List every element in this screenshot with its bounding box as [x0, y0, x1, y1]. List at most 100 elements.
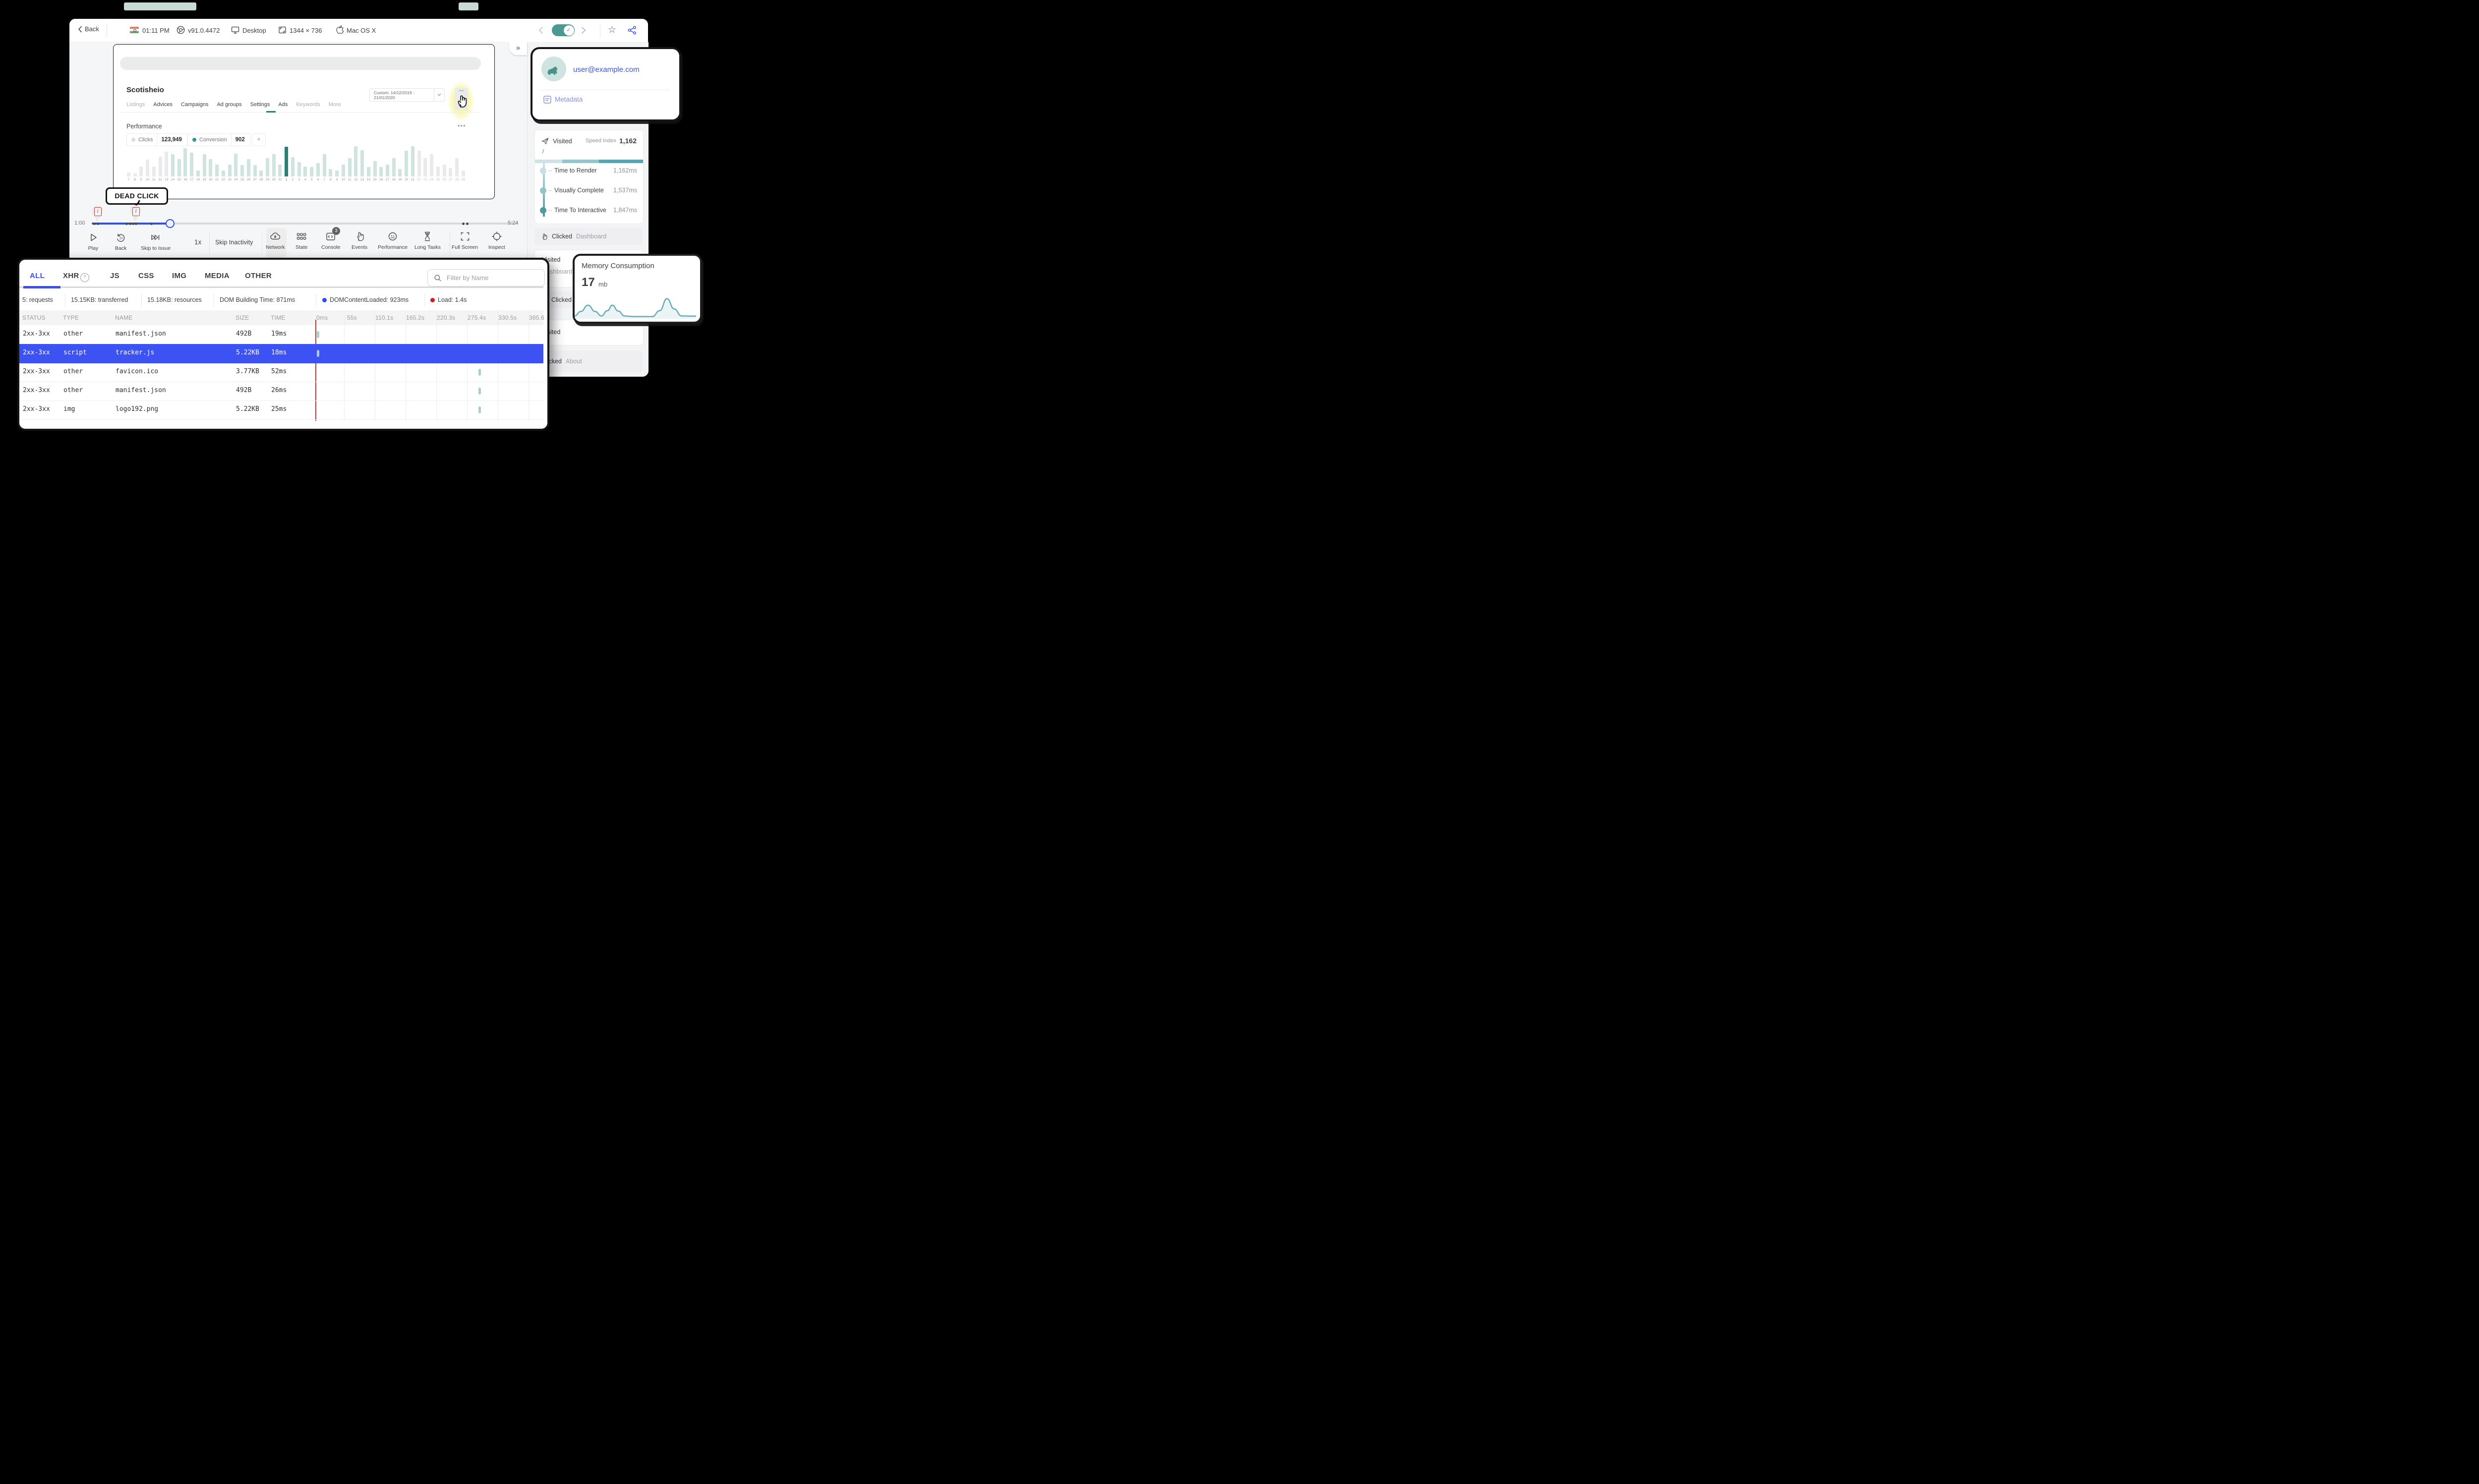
browser-tab-listings[interactable]: Listings [126, 102, 145, 108]
share-icon[interactable] [628, 26, 637, 35]
grid-icon [297, 233, 306, 240]
timeline-event-dot[interactable] [128, 222, 131, 225]
table-row[interactable]: 2xx-3xx other favicon.ico 3.77KB 52ms [19, 363, 543, 382]
col-type[interactable]: TYPE [63, 314, 79, 321]
chart-bar [266, 158, 270, 176]
col-name[interactable]: NAME [115, 314, 132, 321]
table-row[interactable]: 2xx-3xx script tracker.js 5.22KB 18ms [19, 344, 543, 363]
filter-input[interactable] [446, 274, 532, 282]
skip-inactivity-button[interactable]: Skip Inactivity [215, 239, 253, 246]
browser-tab-ad-groups[interactable]: Ad groups [217, 102, 241, 108]
apple-icon [336, 25, 344, 34]
chart-x-label: 14 [366, 178, 370, 181]
cell-name: tracker.js [116, 349, 155, 356]
chart-bar [171, 154, 175, 176]
undo-10-icon: 10 [117, 233, 124, 242]
browser-tab-more[interactable]: More [329, 102, 341, 108]
network-tab-all[interactable]: ALL [30, 272, 45, 280]
autoplay-toggle[interactable]: ✓ [552, 24, 575, 36]
network-tab-css[interactable]: CSS [138, 272, 154, 280]
user-email[interactable]: user@example.com [573, 65, 640, 74]
table-row[interactable]: 2xx-3xx img logo192.png 5.22KB 25ms [19, 400, 543, 420]
cell-status: 2xx-3xx [23, 330, 50, 338]
long-tasks-panel-button[interactable]: Long Tasks [414, 231, 441, 250]
browser-tab-keywords[interactable]: Keywords [296, 102, 320, 108]
metric-chip-conversion[interactable]: Conversion 902 [187, 133, 250, 146]
col-status[interactable]: STATUS [22, 314, 46, 321]
browser-tab-settings[interactable]: Settings [250, 102, 270, 108]
timeline-event-dot[interactable] [131, 222, 134, 225]
timeline-playhead[interactable] [166, 219, 175, 228]
chart-x-label: 24 [234, 178, 238, 181]
chart-x-label: 27 [449, 178, 453, 181]
chart-bar [297, 162, 301, 176]
info-marker-icon: i [132, 207, 140, 216]
table-row[interactable]: 2xx-3xx other manifest.json 492B 19ms [19, 325, 543, 344]
add-metric-button[interactable]: + [252, 133, 266, 146]
hourglass-icon [425, 231, 430, 241]
chart-bar [259, 170, 263, 176]
chart-x-label: 23 [423, 178, 427, 181]
browser-tab-campaigns[interactable]: Campaigns [181, 102, 209, 108]
events-panel-button[interactable]: Events [352, 231, 367, 250]
back-10s-button[interactable]: 10 Back [115, 232, 126, 251]
date-range-select[interactable]: Custom: 14/12/2019 - 21/01/2020 [369, 88, 445, 102]
event-row-clicked-about[interactable]: Clicked About [534, 350, 643, 372]
timeline-event-dot[interactable] [462, 222, 465, 225]
bookmark-star-icon[interactable]: ☆ [608, 24, 616, 36]
metric-dot-icon [540, 187, 546, 194]
chrome-icon [177, 26, 185, 34]
prev-session-chevron-icon[interactable] [538, 26, 543, 34]
play-button[interactable]: Play [88, 232, 99, 251]
back-button[interactable]: Back [78, 25, 99, 33]
chart-bar [423, 158, 427, 176]
timeline-event-dot[interactable] [466, 222, 469, 225]
state-panel-button[interactable]: State [295, 231, 308, 250]
chart-x-label: 13 [165, 178, 169, 181]
timeline-event-dot[interactable] [134, 222, 137, 225]
chart-x-label: 30 [272, 178, 276, 181]
table-row[interactable]: 2xx-3xx other manifest.json 492B 26ms [19, 382, 543, 401]
event-row-clicked-dashboard[interactable]: Clicked Dashboard [534, 228, 643, 245]
issue-marker[interactable]: i [130, 205, 141, 223]
chart-bar [385, 164, 389, 176]
section-menu-icon[interactable]: ••• [458, 122, 466, 129]
collapse-panel-button[interactable]: » [509, 42, 527, 55]
network-tab-js[interactable]: JS [110, 272, 119, 280]
chart-x-label: 26 [246, 178, 250, 181]
timeline-event-dot[interactable] [93, 222, 96, 225]
requests-table-body: 2xx-3xx other manifest.json 492B 19ms 2xx-3xx… [19, 325, 543, 420]
network-tab-media[interactable]: MEDIA [205, 272, 230, 280]
network-tab-xhr[interactable]: XHR [63, 272, 79, 280]
browser-tab-ads-active[interactable]: Ads [278, 102, 288, 108]
col-size[interactable]: SIZE [236, 314, 249, 321]
cell-size: 3.77KB [236, 368, 259, 375]
browser-tab-advices[interactable]: Advices [153, 102, 173, 108]
timeline-event-dot[interactable] [125, 222, 128, 225]
inspect-button[interactable]: Inspect [488, 231, 505, 250]
timeline-event-dot[interactable] [96, 222, 99, 225]
network-tab-other[interactable]: OTHER [245, 272, 272, 280]
console-panel-button[interactable]: Console 3 [321, 227, 341, 250]
chart-bar [146, 159, 150, 176]
full-screen-button[interactable]: Full Screen [452, 231, 478, 250]
request-timing-tick [317, 331, 319, 338]
help-icon[interactable]: ? [80, 273, 89, 282]
timeline-event-dot[interactable] [150, 222, 153, 225]
visited-metrics-card: Visited Speed Index 1,162 / Time to Rend… [534, 130, 644, 224]
network-tab-img[interactable]: IMG [172, 272, 186, 280]
chart-bar [316, 163, 320, 176]
issue-marker[interactable]: i [92, 205, 103, 223]
metadata-link[interactable]: Metadata [555, 96, 583, 103]
performance-panel-button[interactable]: Performance [378, 231, 408, 250]
skip-to-issue-button[interactable]: Skip to Issue [141, 232, 171, 251]
metric-chip-clicks[interactable]: Clicks 123,949 [126, 133, 187, 146]
divider [141, 293, 142, 306]
speed-index-value: 1,162 [619, 137, 637, 145]
network-panel-button[interactable]: Network [266, 231, 285, 250]
speed-button[interactable]: 1x [194, 238, 201, 246]
chart-x-label: 18 [392, 178, 396, 181]
next-session-chevron-icon[interactable] [581, 26, 586, 34]
chart-bar [449, 168, 453, 176]
col-time[interactable]: TIME [271, 314, 285, 321]
